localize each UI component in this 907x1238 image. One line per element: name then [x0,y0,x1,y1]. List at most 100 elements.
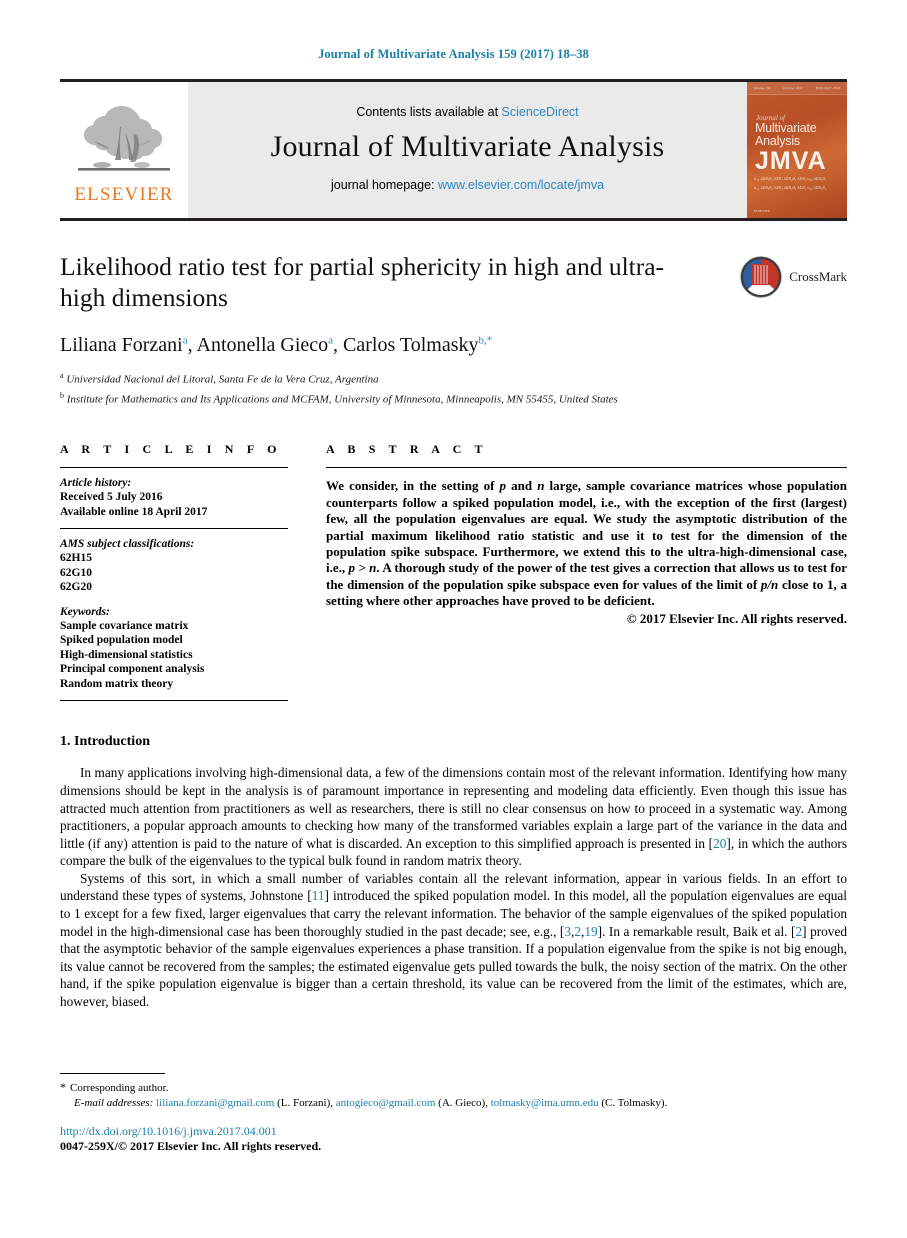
cover-top-bar: Volume 159 October 2017 ISSN 0047-259X [747,82,847,95]
cover-issn: ISSN 0047-259X [815,86,841,90]
keyword-1: Sample covariance matrix [60,619,189,632]
email-owner-2: (A. Gieco) [438,1097,486,1109]
cover-formula-line-2: σ₁₁ λΣθ₁θ₂ λΣθ₁ λΣθ₂θ₁ λΣθ₂ σ₂₂ λΣθ₁θ₂ [754,185,827,190]
title-block: CrossMark Likelihood ratio test for part… [60,251,847,408]
author-2-name: Antonella Gieco [196,334,329,356]
journal-homepage-line: journal homepage: www.elsevier.com/locat… [331,178,604,192]
affiliation-a: a Universidad Nacional del Litoral, Sant… [60,368,847,388]
ams-label: AMS subject classifications: [60,538,195,551]
email-link-2[interactable]: antogieco@gmail.com [336,1097,436,1109]
email-link-3[interactable]: tolmasky@ima.umn.edu [491,1097,599,1109]
crossmark-label: CrossMark [789,269,847,284]
affiliation-b: b Institute for Mathematics and Its Appl… [60,388,847,408]
article-info-rule-bottom [60,700,288,702]
citation-19[interactable]: 19 [584,924,597,939]
author-list: Liliana Forzania, Antonella Giecoa, Carl… [60,334,847,357]
introduction-paragraph-2: Systems of this sort, in which a small n… [60,870,847,1011]
email-sep-2: , [485,1097,488,1109]
affiliation-b-text: Institute for Mathematics and Its Applic… [66,393,618,406]
journal-band: Contents lists available at ScienceDirec… [188,82,747,218]
author-sep-1: , [187,334,197,356]
abstract-seg-2: and [506,478,538,494]
email-owner-1: (L. Forzani) [277,1097,331,1109]
citation-11[interactable]: 11 [312,888,325,903]
page-footer: * Corresponding author. E-mail addresses:… [60,1073,847,1154]
footnote-divider [60,1073,165,1074]
email-owner-3: (C. Tolmasky) [601,1097,665,1109]
contents-prefix: Contents lists available at [356,105,502,119]
journal-cover-thumbnail[interactable]: Volume 159 October 2017 ISSN 0047-259X J… [747,82,847,218]
email-addresses-note: E-mail addresses: liliana.forzani@gmail.… [60,1096,847,1111]
abstract-formula-2: p/n [760,576,779,592]
ams-code-3: 62G20 [60,581,92,594]
sciencedirect-link[interactable]: ScienceDirect [502,105,579,119]
affiliation-a-text: Universidad Nacional del Litoral, Santa … [66,373,379,386]
keyword-3: High-dimensional statistics [60,648,193,661]
journal-title: Journal of Multivariate Analysis [270,130,665,163]
cover-acronym: JMVA [755,147,827,175]
abstract-heading: A B S T R A C T [326,442,488,457]
intro-p2-seg-e: ]. In a remarkable result, Baik et al. [ [597,923,796,939]
abstract-text: We consider, in the setting of p and n l… [326,468,847,609]
email-link-1[interactable]: liliana.forzani@gmail.com [156,1097,274,1109]
article-info-column: A R T I C L E I N F O Article history: R… [60,442,288,702]
cover-formula-line-1: σ₁₁ λΣθ₁θ₂ λΣθ₁ λΣθ₂θ₁ λΣθ₂ σ₂₂ λΣθ₁θ₂ [754,176,827,181]
section-heading-introduction: 1. Introduction [60,734,150,750]
article-history-received: Received 5 July 2016 [60,491,163,504]
journal-masthead: ELSEVIER Contents lists available at Sci… [60,79,847,221]
keyword-2: Spiked population model [60,634,183,647]
article-info-heading: A R T I C L E I N F O [60,442,282,457]
keywords-label: Keywords: [60,605,110,618]
ams-group: AMS subject classifications: 62H15 62G10… [60,529,288,700]
cover-volume: Volume 159 [753,86,771,90]
journal-homepage-link[interactable]: www.elsevier.com/locate/jmva [438,178,604,192]
email-label: E-mail addresses: [74,1097,154,1109]
elsevier-tree-icon [78,105,170,171]
elsevier-logo: ELSEVIER [60,82,188,218]
introduction-section: 1. Introduction In many applications inv… [60,734,847,1010]
abstract-column: A B S T R A C T We consider, in the sett… [326,442,847,701]
introduction-paragraph-1: In many applications involving high-dime… [60,764,847,870]
author-1: Liliana Forzania [60,334,188,356]
running-head: Journal of Multivariate Analysis 159 (20… [318,47,589,61]
issn-copyright: 0047-259X/© 2017 Elsevier Inc. All right… [60,1139,322,1153]
affiliation-list: a Universidad Nacional del Litoral, Sant… [60,368,847,408]
email-period: . [664,1097,668,1109]
elsevier-wordmark: ELSEVIER [74,183,174,205]
article-history-label: Article history: [60,477,132,490]
corresponding-author-note: * Corresponding author. [60,1080,847,1096]
corresponding-author-text: Corresponding author. [70,1082,169,1094]
author-3: Carlos Tolmaskyb,* [343,334,492,356]
info-abstract-row: A R T I C L E I N F O Article history: R… [60,442,847,702]
author-sep-2: , [333,334,344,356]
abstract-formula-1: p > n [348,560,377,576]
cover-date: October 2017 [783,86,804,90]
affiliation-b-mark: b [60,391,64,401]
email-sep-1: , [330,1097,334,1109]
crossmark-icon [740,256,782,298]
article-history-online: Available online 18 April 2017 [60,505,208,518]
author-3-name: Carlos Tolmasky [343,334,479,356]
ams-code-2: 62G10 [60,566,92,579]
citation-20[interactable]: 20 [713,836,726,851]
asterisk-icon: * [60,1080,66,1094]
cover-imprint: ELSEVIER [754,209,771,213]
author-3-mark: b,* [478,334,493,347]
affiliation-a-mark: a [60,371,64,380]
homepage-prefix: journal homepage: [330,178,438,192]
keyword-5: Random matrix theory [60,677,174,690]
crossmark-badge[interactable]: CrossMark [739,255,847,299]
doi-block: http://dx.doi.org/10.1016/j.jmva.2017.04… [60,1124,847,1154]
page-title: Likelihood ratio test for partial spheri… [60,252,665,312]
contents-available-line: Contents lists available at ScienceDirec… [356,105,578,119]
abstract-seg-1: We consider, in the setting of [326,478,500,494]
keyword-4: Principal component analysis [60,663,205,676]
article-history-group: Article history: Received 5 July 2016 Av… [60,468,288,528]
author-2: Antonella Giecoa [197,334,334,356]
paper-page: Journal of Multivariate Analysis 159 (20… [0,0,907,1238]
abstract-copyright: © 2017 Elsevier Inc. All rights reserved… [626,610,847,626]
ams-code-1: 62H15 [60,552,92,565]
author-1-name: Liliana Forzani [60,334,183,356]
doi-link[interactable]: http://dx.doi.org/10.1016/j.jmva.2017.04… [60,1124,847,1139]
